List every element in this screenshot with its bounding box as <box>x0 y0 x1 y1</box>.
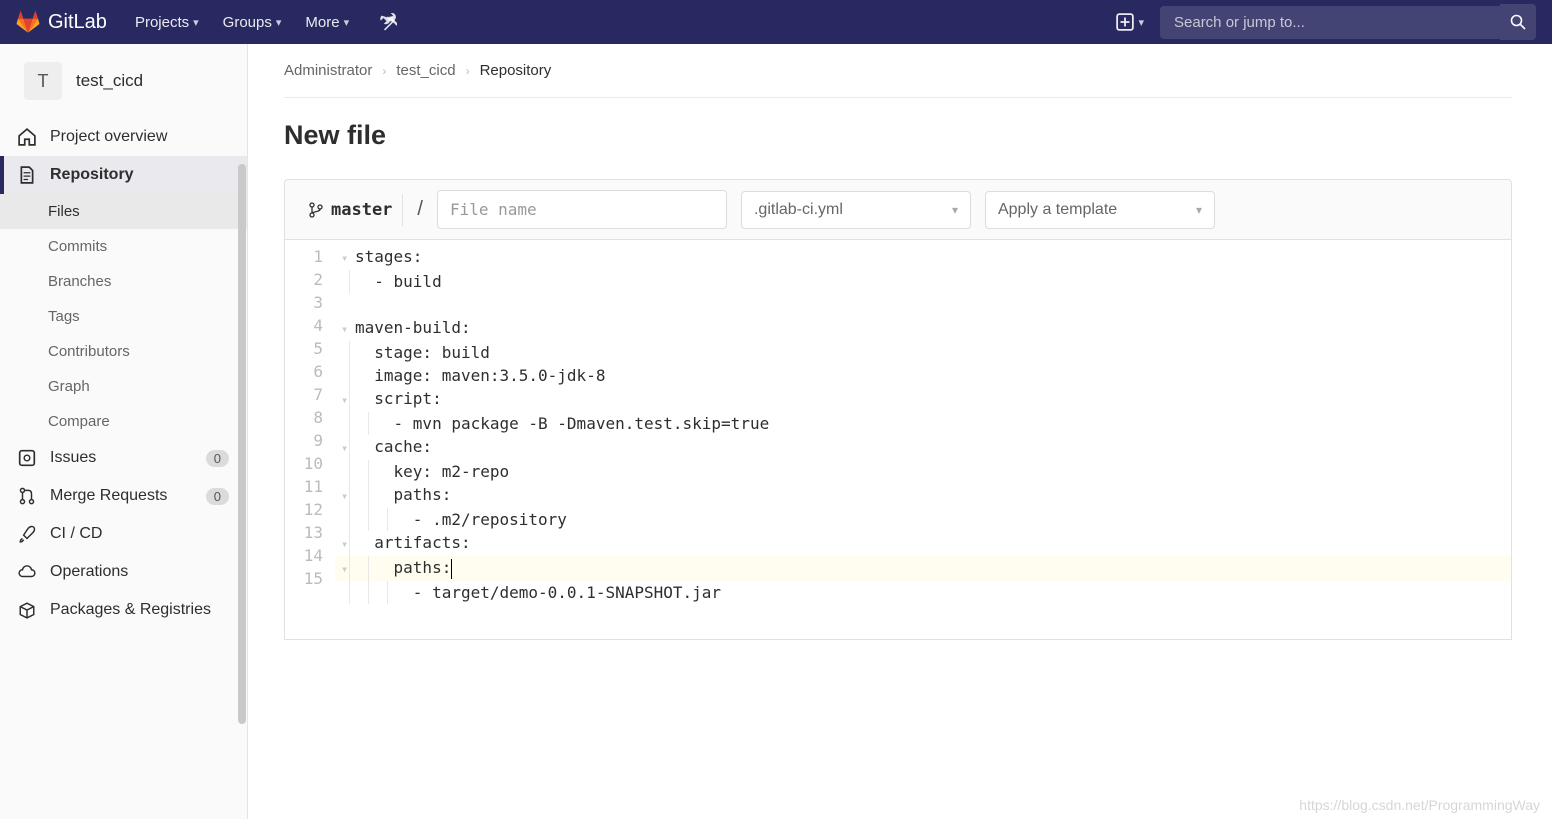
sidebar-sub-contributors[interactable]: Contributors <box>0 334 247 369</box>
sidebar: T test_cicd Project overview Repository … <box>0 44 248 819</box>
code-line[interactable]: ▾ script: <box>335 387 1511 412</box>
mr-count-badge: 0 <box>206 488 229 505</box>
sidebar-item-repository[interactable]: Repository <box>0 156 247 194</box>
top-navbar: GitLab Projects ▾ Groups ▾ More ▾ <box>0 0 1552 44</box>
project-header[interactable]: T test_cicd <box>8 48 239 114</box>
gitlab-logo-icon <box>16 10 40 34</box>
merge-icon <box>18 487 36 505</box>
project-name: test_cicd <box>76 71 143 91</box>
template-select[interactable]: Apply a template ▾ <box>985 191 1215 229</box>
code-line[interactable]: key: m2-repo <box>335 460 1511 483</box>
breadcrumb-admin[interactable]: Administrator <box>284 62 372 79</box>
branch-selector[interactable]: master <box>299 194 403 226</box>
main-content: Administrator › test_cicd › Repository N… <box>248 44 1552 819</box>
home-icon <box>18 128 36 146</box>
code-editor[interactable]: 123456789101112131415 ▾stages: - build ▾m… <box>284 240 1512 640</box>
nav-more[interactable]: More ▾ <box>295 7 359 37</box>
line-gutter: 123456789101112131415 <box>285 240 335 639</box>
sidebar-sub-branches[interactable]: Branches <box>0 264 247 299</box>
search-button[interactable] <box>1500 4 1536 40</box>
file-type-select[interactable]: .gitlab-ci.yml ▾ <box>741 191 971 229</box>
search-input[interactable] <box>1160 6 1500 39</box>
code-line[interactable]: ▾ cache: <box>335 435 1511 460</box>
rocket-icon <box>18 525 36 543</box>
nav-projects[interactable]: Projects ▾ <box>125 7 209 37</box>
chevron-down-icon: ▾ <box>193 16 199 29</box>
issues-count-badge: 0 <box>206 450 229 467</box>
nav-groups[interactable]: Groups ▾ <box>213 7 292 37</box>
breadcrumb-project[interactable]: test_cicd <box>396 62 455 79</box>
code-line[interactable]: ▾maven-build: <box>335 316 1511 341</box>
code-line[interactable]: - target/demo-0.0.1-SNAPSHOT.jar <box>335 581 1511 604</box>
scrollbar[interactable] <box>237 44 247 819</box>
path-separator: / <box>417 198 423 221</box>
sidebar-item-cicd[interactable]: CI / CD <box>0 515 247 553</box>
breadcrumb-repository[interactable]: Repository <box>480 62 552 79</box>
code-line[interactable]: - mvn package -B -Dmaven.test.skip=true <box>335 412 1511 435</box>
chevron-down-icon: ▾ <box>1196 203 1202 217</box>
repository-sublist: Files Commits Branches Tags Contributors… <box>0 194 247 439</box>
file-name-input[interactable] <box>437 190 727 229</box>
scrollbar-thumb[interactable] <box>238 164 246 724</box>
chevron-down-icon: ▾ <box>1138 16 1144 29</box>
sidebar-sub-tags[interactable]: Tags <box>0 299 247 334</box>
sidebar-item-merge-requests[interactable]: Merge Requests 0 <box>0 477 247 515</box>
code-line[interactable]: - build <box>335 270 1511 293</box>
page-title: New file <box>284 120 1512 151</box>
chevron-right-icon: › <box>466 64 470 78</box>
code-line[interactable] <box>335 293 1511 316</box>
code-lines[interactable]: ▾stages: - build ▾maven-build: stage: bui… <box>335 240 1511 639</box>
chevron-down-icon: ▾ <box>276 16 282 29</box>
code-line[interactable]: ▾ paths: <box>335 556 1511 581</box>
code-line[interactable]: ▾ artifacts: <box>335 531 1511 556</box>
code-line[interactable]: image: maven:3.5.0-jdk-8 <box>335 364 1511 387</box>
sidebar-sub-commits[interactable]: Commits <box>0 229 247 264</box>
code-line[interactable]: - .m2/repository <box>335 508 1511 531</box>
chevron-down-icon: ▾ <box>952 203 958 217</box>
sidebar-sub-files[interactable]: Files <box>0 194 247 229</box>
nav-admin-wrench[interactable] <box>363 7 407 37</box>
brand[interactable]: GitLab <box>16 10 107 34</box>
sidebar-item-overview[interactable]: Project overview <box>0 118 247 156</box>
code-line[interactable]: stage: build <box>335 341 1511 364</box>
chevron-right-icon: › <box>382 64 386 78</box>
branch-icon <box>309 202 323 218</box>
issues-icon <box>18 449 36 467</box>
watermark: https://blog.csdn.net/ProgrammingWay <box>1299 797 1540 813</box>
code-line[interactable]: ▾stages: <box>335 245 1511 270</box>
chevron-down-icon: ▾ <box>344 16 350 29</box>
sidebar-item-operations[interactable]: Operations <box>0 553 247 591</box>
cloud-icon <box>18 563 36 581</box>
code-line[interactable]: ▾ paths: <box>335 483 1511 508</box>
doc-icon <box>18 166 36 184</box>
breadcrumb: Administrator › test_cicd › Repository <box>284 62 1512 98</box>
project-avatar: T <box>24 62 62 100</box>
plus-square-icon <box>1116 13 1134 31</box>
sidebar-item-issues[interactable]: Issues 0 <box>0 439 247 477</box>
brand-text: GitLab <box>48 11 107 34</box>
sidebar-sub-graph[interactable]: Graph <box>0 369 247 404</box>
search-icon <box>1510 14 1526 30</box>
sidebar-item-packages[interactable]: Packages & Registries <box>0 591 247 629</box>
editor-toolbar: master / .gitlab-ci.yml ▾ Apply a templa… <box>284 179 1512 240</box>
new-menu[interactable]: ▾ <box>1116 13 1144 31</box>
wrench-icon <box>379 13 397 31</box>
nav-menu: Projects ▾ Groups ▾ More ▾ <box>125 7 407 37</box>
sidebar-sub-compare[interactable]: Compare <box>0 404 247 439</box>
package-icon <box>18 601 36 619</box>
